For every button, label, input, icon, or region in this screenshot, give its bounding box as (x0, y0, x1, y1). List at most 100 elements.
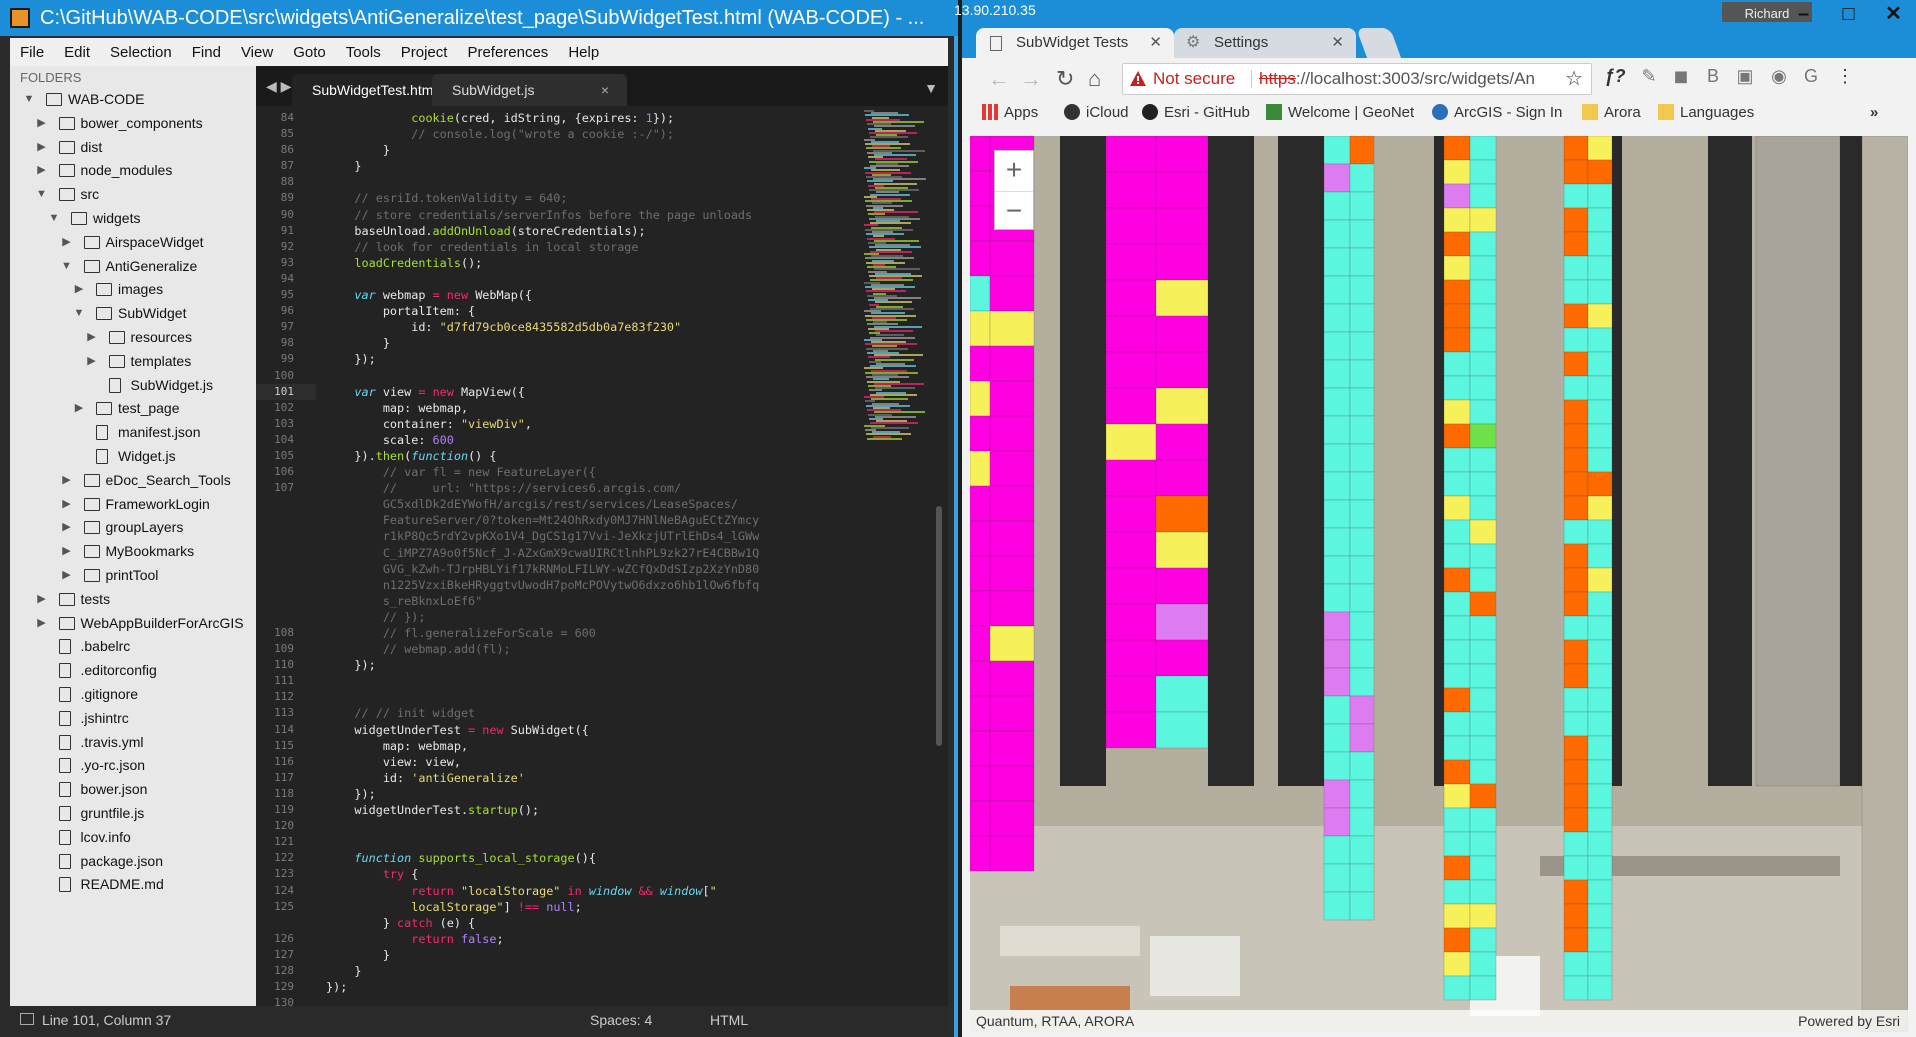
lease-cell[interactable] (1349, 359, 1375, 389)
lease-cell[interactable] (1443, 136, 1471, 161)
lease-cell[interactable] (1443, 207, 1471, 233)
lease-cell[interactable] (1443, 543, 1471, 569)
lease-cell[interactable] (1443, 879, 1471, 905)
lease-cell[interactable] (1563, 351, 1589, 377)
lease-cell[interactable] (1443, 519, 1471, 545)
indentation-setting[interactable]: Spaces: 4 (590, 1006, 652, 1034)
lease-cell[interactable] (1155, 603, 1209, 641)
folder-item[interactable]: ▶ eDoc_Search_Tools (10, 469, 256, 493)
lease-cell[interactable] (1587, 327, 1613, 353)
lease-cell[interactable] (1469, 327, 1497, 353)
expanded-arrow-icon[interactable]: ▼ (47, 207, 61, 231)
lease-cell[interactable] (1469, 663, 1497, 689)
menu-preferences[interactable]: Preferences (457, 44, 558, 61)
lease-cell[interactable] (1349, 303, 1375, 333)
lease-cell[interactable] (970, 730, 991, 767)
code-line[interactable]: map: webmap, (326, 400, 916, 416)
lease-cell[interactable] (1323, 891, 1351, 921)
lease-cell[interactable] (1563, 927, 1589, 953)
lease-cell[interactable] (1563, 879, 1589, 905)
lease-cell[interactable] (970, 275, 991, 312)
lease-cell[interactable] (1563, 471, 1589, 497)
code-line[interactable]: } (326, 335, 916, 351)
lease-cell[interactable] (1587, 471, 1613, 497)
tab-menu-icon[interactable]: ▼ (924, 80, 938, 96)
file-item[interactable]: .travis.yml (10, 731, 256, 755)
file-item[interactable]: Widget.js (10, 445, 256, 469)
lease-cell[interactable] (1105, 531, 1157, 569)
lease-cell[interactable] (1349, 695, 1375, 725)
lease-cell[interactable] (1469, 567, 1497, 593)
lease-cell[interactable] (1323, 639, 1351, 669)
lease-cell[interactable] (989, 310, 1035, 347)
lease-cell[interactable] (1443, 399, 1471, 425)
lease-cell[interactable] (1349, 891, 1375, 921)
lease-cell[interactable] (989, 555, 1035, 592)
code-line[interactable]: id: "d7fd79cb0ce8435582d5db0a7e83f230" (326, 319, 916, 335)
lease-cell[interactable] (1155, 207, 1209, 245)
folder-item[interactable]: ▶ WebAppBuilderForArcGIS (10, 612, 256, 636)
lease-cell[interactable] (1563, 447, 1589, 473)
lease-cell[interactable] (1469, 903, 1497, 929)
code-area[interactable]: cookie(cred, idString, {expires: 1}); //… (326, 110, 916, 1000)
menu-selection[interactable]: Selection (100, 44, 182, 61)
lease-cell[interactable] (1443, 567, 1471, 593)
folder-item[interactable]: ▼ widgets (10, 207, 256, 231)
extension-icon[interactable]: ◼ (1670, 66, 1692, 88)
lease-cell[interactable] (1563, 231, 1589, 257)
code-line[interactable]: }).then(function() { (326, 448, 916, 464)
lease-cell[interactable] (1349, 247, 1375, 277)
folder-item[interactable]: ▶ dist (10, 136, 256, 160)
lease-cell[interactable] (1469, 183, 1497, 209)
lease-cell[interactable] (970, 450, 991, 487)
lease-cell[interactable] (1563, 375, 1589, 401)
lease-cell[interactable] (1349, 807, 1375, 837)
code-line[interactable]: // store credentials/serverInfos before … (326, 207, 916, 223)
collapsed-arrow-icon[interactable]: ▶ (35, 588, 49, 612)
lease-cell[interactable] (1105, 459, 1157, 497)
code-line[interactable]: return false; (326, 931, 916, 947)
lease-cell[interactable] (1469, 831, 1497, 857)
lease-cell[interactable] (1349, 219, 1375, 249)
lease-cell[interactable] (1349, 835, 1375, 865)
lease-cell[interactable] (1443, 183, 1471, 209)
lease-cell[interactable] (1349, 583, 1375, 613)
collapsed-arrow-icon[interactable]: ▶ (60, 469, 74, 493)
menu-help[interactable]: Help (558, 44, 609, 61)
code-line[interactable]: }); (326, 786, 916, 802)
code-line[interactable]: widgetUnderTest = new SubWidget({ (326, 722, 916, 738)
collapsed-arrow-icon[interactable]: ▶ (35, 612, 49, 636)
function-extension-icon[interactable]: ƒ? (1604, 66, 1626, 88)
lease-cell[interactable] (1587, 279, 1613, 305)
lease-cell[interactable] (989, 660, 1035, 697)
folder-item[interactable]: ▼ src (10, 183, 256, 207)
lease-cell[interactable] (1587, 711, 1613, 737)
syntax-mode[interactable]: HTML (710, 1006, 748, 1034)
lease-cell[interactable] (1469, 735, 1497, 761)
lease-cell[interactable] (1587, 783, 1613, 809)
tab-scroll-arrows[interactable]: ◀ ▶ (266, 78, 291, 95)
lease-cell[interactable] (1469, 975, 1497, 1001)
lease-cell[interactable] (1563, 303, 1589, 329)
minimap[interactable] (862, 110, 936, 450)
lease-cell[interactable] (989, 485, 1035, 522)
lease-cell[interactable] (970, 415, 991, 452)
lease-cell[interactable] (1349, 639, 1375, 669)
bookmark-apps[interactable]: Apps (982, 104, 1038, 121)
file-item[interactable]: .babelrc (10, 635, 256, 659)
lease-cell[interactable] (1323, 695, 1351, 725)
lease-cell[interactable] (1443, 951, 1471, 977)
lease-cell[interactable] (1587, 183, 1613, 209)
code-line[interactable]: r1kP8Qc5rdY2vpKXo1V4_DgCS1g17Vvi-JeXkzjU… (326, 528, 916, 544)
expanded-arrow-icon[interactable]: ▼ (22, 88, 36, 112)
lease-cell[interactable] (1469, 711, 1497, 737)
lease-cell[interactable] (1587, 543, 1613, 569)
lease-cell[interactable] (1323, 667, 1351, 697)
lease-cell[interactable] (1105, 495, 1157, 533)
lease-cell[interactable] (1349, 163, 1375, 193)
lease-cell[interactable] (1349, 555, 1375, 585)
lease-cell[interactable] (1155, 279, 1209, 317)
collapsed-arrow-icon[interactable]: ▶ (85, 350, 99, 374)
lease-cell[interactable] (1323, 583, 1351, 613)
lease-cell[interactable] (1469, 495, 1497, 521)
